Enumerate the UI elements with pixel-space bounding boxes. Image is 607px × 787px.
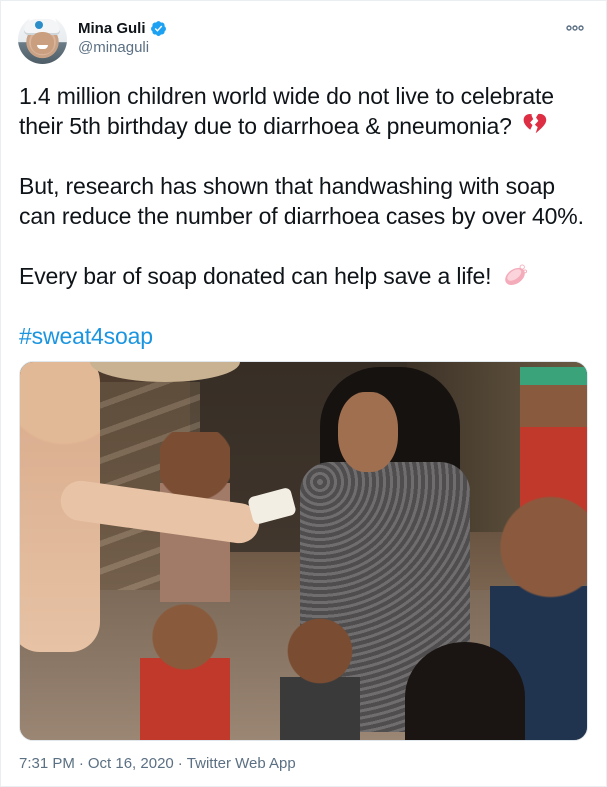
author-info[interactable]: Mina Guli @minaguli [78, 20, 167, 56]
tweet-paragraph: But, research has shown that handwashing… [19, 171, 589, 231]
tweet-photo[interactable] [19, 361, 588, 741]
paragraph-text: But, research has shown that handwashing… [19, 173, 584, 229]
tweet-text: 1.4 million children world wide do not l… [19, 81, 589, 381]
photo-child-front-center [280, 612, 360, 740]
broken-heart-icon [523, 113, 547, 134]
tweet-meta: 7:31 PM · Oct 16, 2020 · Twitter Web App [19, 755, 296, 772]
tweet-header: Mina Guli @minaguli [18, 15, 590, 67]
tweet-paragraph: #sweat4soap [19, 321, 589, 351]
avatar-cap-logo [35, 21, 43, 29]
avatar[interactable] [18, 15, 67, 64]
tweet-paragraph: Every bar of soap donated can help save … [19, 261, 589, 291]
photo-woman-face [338, 392, 398, 472]
tweet-time[interactable]: 7:31 PM [19, 755, 75, 772]
hashtag-link[interactable]: #sweat4soap [19, 323, 153, 349]
paragraph-text: Every bar of soap donated can help save … [19, 263, 492, 289]
more-options-icon[interactable] [564, 19, 586, 37]
ellipsis-icon [566, 25, 584, 31]
verified-badge-icon [150, 21, 166, 36]
avatar-face [31, 32, 54, 54]
paragraph-text: 1.4 million children world wide do not l… [19, 83, 554, 139]
tweet-source-link[interactable]: Twitter Web App [187, 755, 296, 772]
display-name[interactable]: Mina Guli [78, 20, 146, 37]
handle[interactable]: @minaguli [78, 39, 167, 56]
name-line: Mina Guli [78, 20, 167, 37]
tweet-paragraph: 1.4 million children world wide do not l… [19, 81, 589, 141]
photo-child-head-foreground [405, 642, 525, 740]
photo-child-front-left [140, 602, 230, 740]
tweet-card: Mina Guli @minaguli 1.4 million children… [0, 0, 607, 787]
meta-separator: · [78, 755, 84, 772]
tweet-date[interactable]: Oct 16, 2020 [88, 755, 174, 772]
soap-icon [504, 264, 527, 286]
meta-separator: · [177, 755, 183, 772]
